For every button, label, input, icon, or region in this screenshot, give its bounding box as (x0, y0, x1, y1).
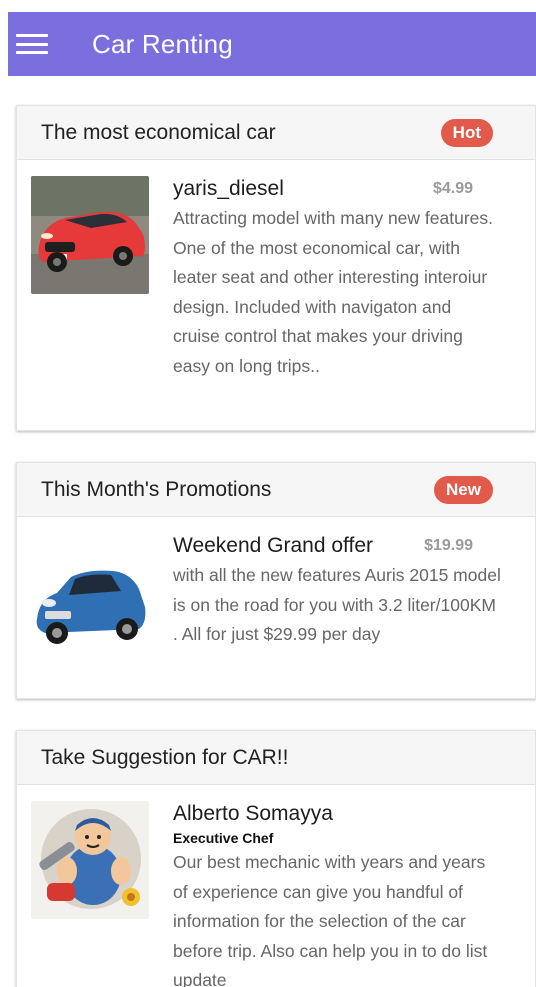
hamburger-icon[interactable] (16, 31, 48, 57)
car-thumbnail-red (31, 176, 149, 294)
app-screen: Car Renting The most economical car Hot (0, 0, 536, 987)
app-title: Car Renting (92, 28, 233, 59)
car-thumbnail-blue (31, 533, 149, 651)
item-content: Weekend Grand offer $19.99 with all the … (173, 533, 515, 651)
app-bar: Car Renting (8, 12, 536, 76)
card-header: Take Suggestion for CAR!! (17, 731, 535, 785)
item-content: yaris_diesel $4.99 Attracting model with… (173, 176, 515, 381)
item-description: Attracting model with many new features.… (173, 208, 494, 376)
item-price: $4.99 (432, 180, 473, 197)
item-price: $19.99 (424, 537, 473, 554)
mechanic-avatar (31, 801, 149, 919)
card-title: The most economical car (41, 120, 276, 144)
new-badge: New (434, 475, 493, 504)
card-title: This Month's Promotions (41, 477, 272, 501)
item-content: Alberto Somayya Executive Chef Our best … (173, 801, 515, 987)
item-description: with all the new features Auris 2015 mod… (173, 565, 501, 644)
card-title: Take Suggestion for CAR!! (41, 745, 289, 769)
item-name: Alberto Somayya (173, 802, 333, 825)
hot-badge: Hot (440, 118, 493, 147)
card-suggestion: Take Suggestion for CAR!! Alberto Somayy… (16, 730, 536, 987)
list-item[interactable]: yaris_diesel $4.99 Attracting model with… (17, 160, 535, 401)
card-promotions: This Month's Promotions New Weekend Gran… (16, 462, 536, 699)
item-subtitle: Executive Chef (173, 830, 274, 846)
card-header: This Month's Promotions New (17, 463, 535, 517)
item-description: Our best mechanic with years and years o… (173, 852, 488, 987)
card-header: The most economical car Hot (17, 106, 535, 160)
list-item[interactable]: Alberto Somayya Executive Chef Our best … (17, 785, 535, 987)
list-item[interactable]: Weekend Grand offer $19.99 with all the … (17, 517, 535, 671)
card-economical: The most economical car Hot yaris_diesel… (16, 105, 536, 431)
